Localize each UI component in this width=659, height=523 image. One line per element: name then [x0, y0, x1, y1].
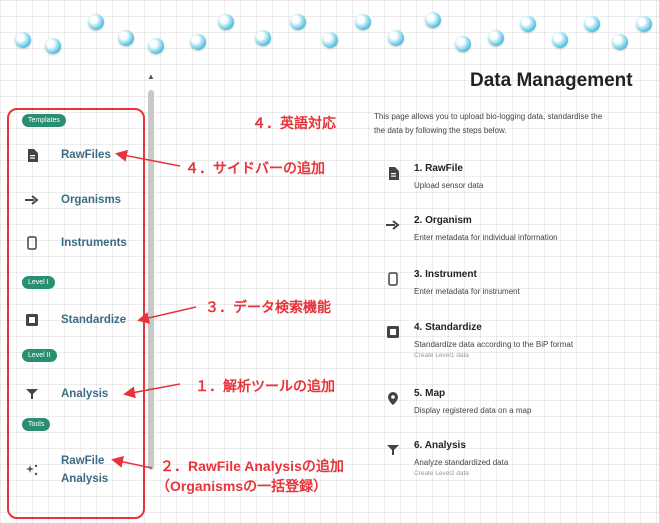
- annotation-english: ４．英語対応: [252, 115, 336, 131]
- page-description: This page allows you to upload bio-loggi…: [374, 110, 602, 138]
- annotation-analysis-tool: １．解析ツールの追加: [195, 378, 335, 394]
- arrow-right-icon: [386, 218, 400, 232]
- annotation-arrow: [137, 306, 197, 324]
- map-pin-icon: [386, 391, 400, 405]
- annotation-arrow: [123, 383, 181, 399]
- step-title: 6. Analysis: [414, 440, 466, 451]
- step-description: Standardize data according to the BiP fo…: [414, 340, 574, 349]
- step-title: 2. Organism: [414, 215, 472, 226]
- step-description: Analyze standardized data: [414, 458, 509, 467]
- filter-icon: [386, 443, 400, 457]
- annotation-arrow: [111, 455, 153, 469]
- page-description-line: the data by following the steps below.: [374, 126, 507, 135]
- step-title: 5. Map: [414, 388, 446, 399]
- step-title: 3. Instrument: [414, 269, 477, 280]
- page-description-line: This page allows you to upload bio-loggi…: [374, 112, 603, 121]
- file-icon: [386, 166, 400, 180]
- annotation-rawfile-analysis: ２．RawFile Analysisの追加: [160, 458, 344, 474]
- page-title: Data Management: [470, 70, 633, 91]
- annotation-search: ３．データ検索機能: [205, 299, 331, 315]
- step-description: Enter metadata for instrument: [414, 287, 520, 296]
- annotation-rawfile-analysis-note: （Organismsの一括登録）: [156, 478, 328, 494]
- annotation-arrow: [115, 149, 181, 167]
- step-title: 1. RawFile: [414, 163, 463, 174]
- step-description: Enter metadata for individual informatio…: [414, 233, 558, 242]
- step-title: 4. Standardize: [414, 322, 482, 333]
- step-description: Display registered data on a map: [414, 406, 532, 415]
- device-icon: [386, 272, 400, 286]
- step-description: Upload sensor data: [414, 181, 484, 190]
- annotation-sidebar: ４．サイドバーの追加: [185, 160, 325, 176]
- step-subtext: Create Level1 data: [414, 352, 469, 359]
- square-icon: [386, 325, 400, 339]
- step-subtext: Create Level2 data: [414, 470, 469, 477]
